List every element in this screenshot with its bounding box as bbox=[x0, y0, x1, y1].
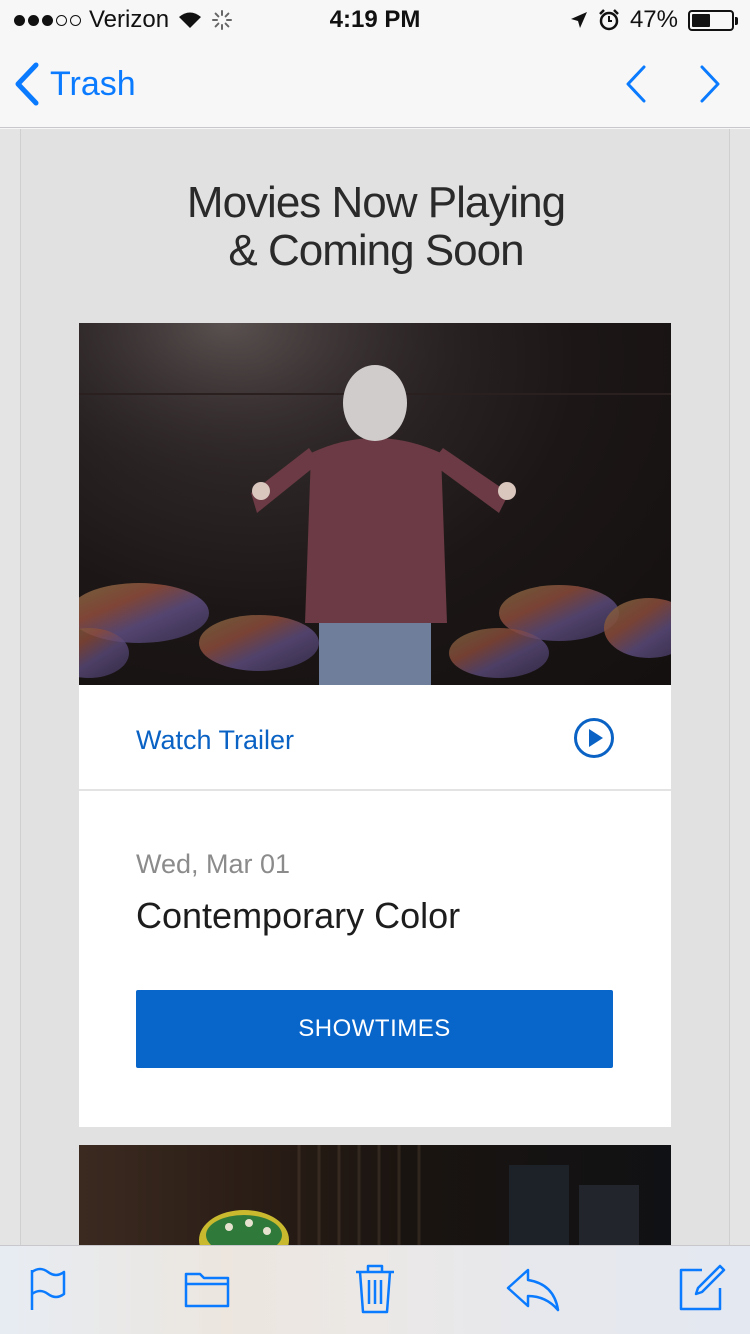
back-button-label: Trash bbox=[50, 64, 136, 103]
movie-title: Contemporary Color bbox=[136, 895, 461, 936]
conductor-photo bbox=[79, 323, 671, 685]
alarm-clock-icon bbox=[599, 9, 619, 31]
battery-percent: 47% bbox=[629, 6, 678, 33]
compose-icon[interactable] bbox=[678, 1264, 726, 1312]
back-button[interactable]: Trash bbox=[14, 62, 136, 106]
email-headline: Movies Now Playing & Coming Soon bbox=[21, 179, 731, 275]
trash-icon[interactable] bbox=[354, 1262, 396, 1314]
reply-icon[interactable] bbox=[506, 1268, 560, 1312]
bottom-toolbar bbox=[0, 1245, 750, 1334]
movie-hero-image[interactable] bbox=[79, 1145, 671, 1245]
watch-trailer-link[interactable]: Watch Trailer bbox=[136, 725, 294, 756]
folder-icon[interactable] bbox=[184, 1266, 230, 1308]
play-icon[interactable] bbox=[573, 717, 615, 759]
flag-icon[interactable] bbox=[28, 1266, 68, 1312]
headline-line-1: Movies Now Playing bbox=[186, 178, 566, 227]
message-content[interactable]: Movies Now Playing & Coming Soon Watch T… bbox=[0, 129, 750, 1245]
email-body: Movies Now Playing & Coming Soon Watch T… bbox=[20, 129, 730, 1245]
chevron-left-icon bbox=[15, 62, 39, 106]
showtimes-button[interactable]: SHOWTIMES bbox=[136, 990, 613, 1068]
previous-message-button[interactable] bbox=[624, 64, 648, 104]
next-movie-photo bbox=[199, 1145, 639, 1245]
movie-hero-image[interactable] bbox=[79, 323, 671, 685]
watch-trailer-row[interactable]: Watch Trailer bbox=[79, 685, 671, 791]
next-message-button[interactable] bbox=[698, 64, 722, 104]
navigation-bar: Trash bbox=[0, 40, 750, 128]
status-right: 47% bbox=[570, 6, 738, 34]
movie-card bbox=[79, 1145, 671, 1245]
battery-level bbox=[692, 13, 710, 27]
release-date: Wed, Mar 01 bbox=[136, 849, 291, 879]
battery-icon bbox=[688, 9, 738, 31]
movie-card: Watch Trailer Wed, Mar 01 Contemporary C… bbox=[79, 323, 671, 1127]
headline-line-2: & Coming Soon bbox=[228, 226, 524, 275]
message-navigation bbox=[624, 64, 722, 104]
status-bar: Verizon 4:19 PM 47% bbox=[0, 0, 750, 40]
location-arrow-icon bbox=[570, 12, 587, 28]
